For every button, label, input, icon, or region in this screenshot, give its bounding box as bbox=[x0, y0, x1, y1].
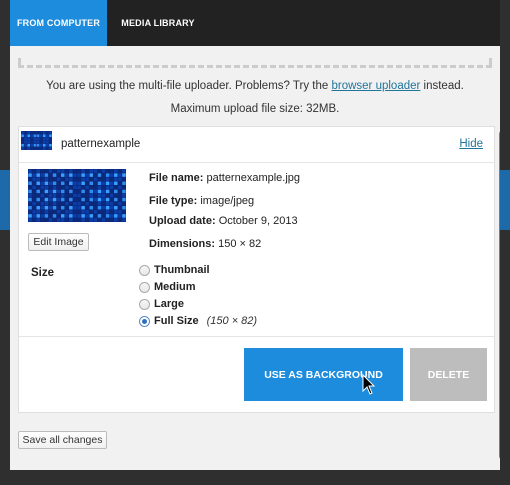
meta-file-type-value: image/jpeg bbox=[200, 195, 255, 207]
full-size-dimensions: (150 × 82) bbox=[206, 315, 258, 327]
scrollbar-thumb[interactable] bbox=[499, 130, 500, 460]
size-option-medium[interactable]: Medium bbox=[139, 280, 196, 294]
use-as-background-button[interactable]: USE AS BACKGROUND bbox=[244, 348, 403, 401]
meta-dimensions-value: 150 × 82 bbox=[218, 238, 262, 250]
notice-suffix: instead. bbox=[420, 80, 464, 92]
radio-thumbnail[interactable] bbox=[139, 264, 150, 276]
meta-upload-date-label: Upload date: bbox=[149, 215, 216, 227]
size-label: Size bbox=[31, 267, 55, 279]
meta-file-name-label: File name: bbox=[149, 172, 204, 184]
media-upload-modal: FROM COMPUTER MEDIA LIBRARY You are usin… bbox=[10, 0, 500, 470]
meta-file-type-label: File type: bbox=[149, 195, 198, 207]
browser-uploader-link[interactable]: browser uploader bbox=[331, 80, 420, 92]
media-item-header: patternexample Hide bbox=[19, 127, 494, 163]
tab-media-library[interactable]: MEDIA LIBRARY bbox=[107, 0, 209, 46]
delete-label: DELETE bbox=[427, 368, 470, 381]
media-item: patternexample Hide Edit Image File name… bbox=[18, 126, 495, 413]
background-strip-right bbox=[500, 170, 510, 230]
item-divider bbox=[19, 336, 494, 337]
drop-zone[interactable] bbox=[18, 58, 492, 68]
hide-link[interactable]: Hide bbox=[459, 138, 483, 150]
edit-image-button[interactable]: Edit Image bbox=[28, 233, 89, 251]
meta-file-name-value: patternexample.jpg bbox=[206, 172, 301, 184]
meta-file-type: File type: image/jpeg bbox=[149, 195, 254, 207]
max-upload-size: Maximum upload file size: 32MB. bbox=[170, 103, 340, 115]
uploader-notice: You are using the multi-file uploader. P… bbox=[10, 80, 500, 92]
delete-button[interactable]: DELETE bbox=[410, 348, 487, 401]
meta-dimensions-label: Dimensions: bbox=[149, 238, 216, 250]
size-option-label: Large bbox=[154, 298, 184, 310]
size-option-label: Thumbnail bbox=[154, 264, 210, 276]
thumbnail-small-image bbox=[21, 131, 52, 150]
media-item-filename: patternexample bbox=[61, 138, 141, 150]
size-option-label: Full Size bbox=[154, 315, 199, 327]
pointer-arrow-icon bbox=[362, 374, 376, 395]
radio-large[interactable] bbox=[139, 298, 150, 310]
size-option-large[interactable]: Large bbox=[139, 297, 184, 311]
meta-upload-date: Upload date: October 9, 2013 bbox=[149, 215, 298, 227]
radio-full-size[interactable] bbox=[139, 315, 150, 327]
meta-file-name: File name: patternexample.jpg bbox=[149, 172, 300, 184]
size-option-full[interactable]: Full Size (150 × 82) bbox=[139, 314, 257, 328]
size-option-label: Medium bbox=[154, 281, 196, 293]
meta-upload-date-value: October 9, 2013 bbox=[218, 215, 298, 227]
save-all-changes-button[interactable]: Save all changes bbox=[18, 431, 107, 449]
radio-medium[interactable] bbox=[139, 281, 150, 293]
notice-prefix: You are using the multi-file uploader. P… bbox=[46, 80, 332, 92]
tab-bar: FROM COMPUTER MEDIA LIBRARY bbox=[10, 0, 500, 46]
size-option-thumbnail[interactable]: Thumbnail bbox=[139, 263, 210, 277]
tab-from-computer[interactable]: FROM COMPUTER bbox=[10, 0, 107, 46]
thumbnail-large-image bbox=[28, 169, 126, 222]
background-strip-left bbox=[0, 170, 10, 230]
meta-dimensions: Dimensions: 150 × 82 bbox=[149, 238, 261, 250]
